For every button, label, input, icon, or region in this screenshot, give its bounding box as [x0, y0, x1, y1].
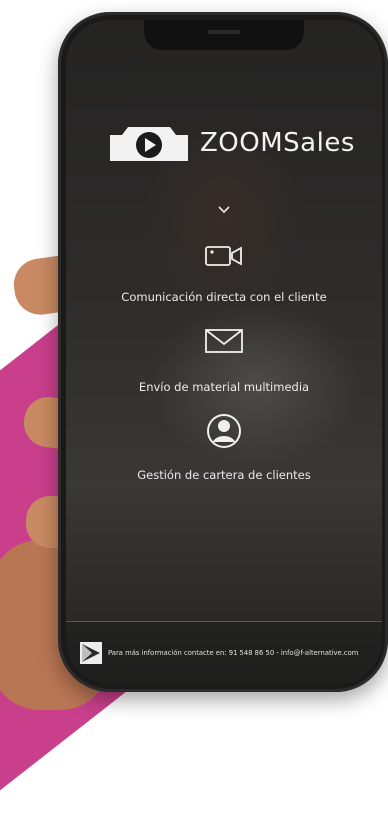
phone-notch — [144, 20, 304, 50]
brand-name: ZOOMSales — [200, 128, 355, 158]
contact-info: Para más información contacte en: 91 548… — [108, 649, 359, 657]
envelope-icon — [205, 329, 243, 353]
feature-client-portfolio: Gestión de cartera de clientes — [66, 412, 382, 482]
feature-label: Envío de material multimedia — [138, 380, 310, 394]
chevron-down-icon[interactable] — [217, 202, 231, 218]
phone-screen: ZOOMSales Comunicación directa con el cl… — [66, 20, 382, 684]
contact-footer: Para más información contacte en: 91 548… — [66, 621, 382, 684]
feature-label: Gestión de cartera de clientes — [137, 468, 311, 482]
brand-header: ZOOMSales — [104, 118, 374, 168]
feature-direct-communication: Comunicación directa con el cliente — [66, 244, 382, 304]
user-circle-icon — [207, 414, 241, 448]
feature-label: Comunicación directa con el cliente — [121, 290, 327, 304]
video-camera-icon — [205, 246, 242, 266]
company-logo-icon — [80, 642, 102, 664]
camera-logo-icon — [110, 127, 188, 161]
feature-multimedia: Envío de material multimedia — [66, 328, 382, 394]
phone-frame: ZOOMSales Comunicación directa con el cl… — [58, 12, 388, 692]
speaker-grille — [207, 30, 241, 34]
